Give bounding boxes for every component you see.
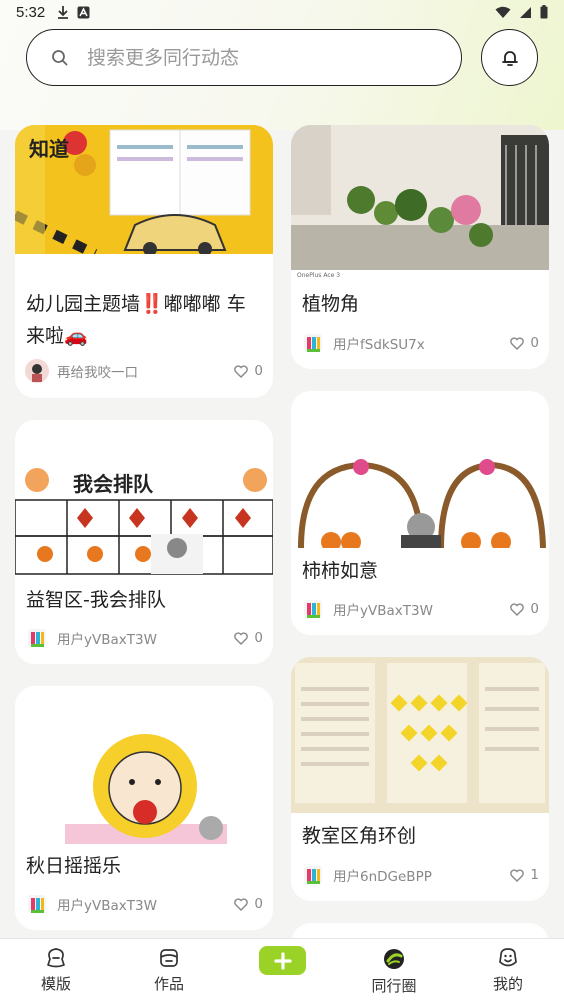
heart-icon	[234, 631, 249, 645]
status-bar: 5:32	[0, 0, 564, 24]
heart-icon	[234, 364, 249, 378]
wifi-icon	[495, 6, 511, 18]
like-count: 0	[254, 896, 263, 912]
post-author: 用户fSdkSU7x	[333, 337, 425, 353]
search-input[interactable]	[87, 46, 407, 69]
post-card[interactable]: 教室区角环创 用户6nDGeBPP 1	[291, 657, 549, 901]
post-card[interactable]: OnePlus Ace 3 植物角 用户fSdkSU7x 0	[291, 125, 549, 369]
post-meta: 用户6nDGeBPP 1	[301, 862, 539, 888]
tab-mine[interactable]: 我的	[468, 939, 548, 1004]
like-button[interactable]: 0	[234, 363, 263, 379]
signal-icon	[520, 6, 531, 18]
like-count: 0	[530, 601, 539, 617]
template-icon	[47, 948, 65, 968]
like-count: 0	[254, 363, 263, 379]
post-title: 柿柿如意	[302, 560, 379, 582]
post-image: 知道	[15, 125, 273, 259]
classroom-wall-photo	[291, 657, 549, 813]
post-image: OnePlus Ace 3	[291, 125, 549, 282]
hedgehog-illustration	[15, 716, 273, 844]
post-author: 用户yVBaxT3W	[57, 632, 157, 648]
tab-label: 模版	[40, 975, 71, 993]
peer-circle-icon	[384, 949, 404, 969]
like-button[interactable]: 0	[510, 601, 539, 617]
post-card[interactable]: 柿柿如意 用户yVBaxT3W 0	[291, 391, 549, 635]
tab-label: 同行圈	[371, 977, 417, 995]
download-icon	[58, 6, 69, 19]
post-title: 秋日摇摇乐	[26, 855, 122, 877]
heart-icon	[510, 868, 525, 882]
post-author: 用户yVBaxT3W	[333, 603, 433, 619]
post-meta: 用户yVBaxT3W 0	[25, 891, 263, 917]
post-card[interactable]: 秋日摇摇乐 用户yVBaxT3W 0	[15, 686, 273, 930]
notification-button[interactable]	[481, 29, 538, 86]
post-image: 我会排队	[15, 464, 273, 577]
post-card[interactable]: 知道 幼儿园主题墙‼️嘟嘟嘟 车来啦🚗 再给我咬一口 0	[15, 125, 273, 398]
tab-label: 作品	[153, 975, 184, 993]
post-meta: 再给我咬一口 0	[25, 358, 263, 384]
heart-icon	[510, 336, 525, 350]
works-icon	[160, 949, 178, 967]
post-title: 幼儿园主题墙‼️嘟嘟嘟 车来啦🚗	[26, 293, 246, 347]
post-author: 用户6nDGeBPP	[333, 869, 432, 885]
battery-icon	[540, 5, 548, 19]
bell-icon	[501, 50, 518, 66]
like-button[interactable]: 0	[234, 630, 263, 646]
search-icon	[52, 49, 68, 65]
avatar	[301, 597, 325, 621]
like-count: 0	[530, 335, 539, 351]
plus-icon	[273, 951, 292, 970]
post-author: 用户yVBaxT3W	[57, 898, 157, 914]
avatar	[25, 892, 49, 916]
persimmon-basket-illustration	[291, 457, 549, 552]
create-post-button[interactable]	[259, 946, 306, 975]
post-image	[15, 716, 273, 844]
post-meta: 用户yVBaxT3W 0	[301, 596, 539, 622]
plant-corner-photo	[291, 125, 549, 282]
post-meta: 用户fSdkSU7x 0	[301, 330, 539, 356]
avatar	[301, 331, 325, 355]
avatar	[25, 359, 49, 383]
tab-works[interactable]: 作品	[129, 939, 209, 1004]
like-button[interactable]: 1	[510, 867, 539, 883]
heart-icon	[234, 897, 249, 911]
post-image-label: OnePlus Ace 3	[297, 272, 341, 279]
search-bar[interactable]	[26, 29, 462, 86]
notification-app-icon	[77, 6, 90, 18]
like-count: 1	[530, 867, 539, 883]
post-image	[291, 657, 549, 813]
post-image-label: 知道	[29, 137, 69, 161]
like-count: 0	[254, 630, 263, 646]
post-card[interactable]: 我会排队 益智区-我会排队 用户yVBaxT3W 0	[15, 420, 273, 664]
profile-icon	[499, 948, 517, 967]
post-title: 植物角	[302, 293, 360, 315]
post-title: 教室区角环创	[302, 825, 417, 847]
post-image-label: 我会排队	[73, 472, 153, 496]
status-time: 5:32	[16, 3, 46, 21]
avatar	[25, 626, 49, 650]
like-button[interactable]: 0	[510, 335, 539, 351]
post-title: 益智区-我会排队	[26, 589, 166, 611]
avatar	[301, 863, 325, 887]
heart-icon	[510, 602, 525, 616]
post-author: 再给我咬一口	[57, 365, 138, 381]
post-image	[291, 457, 549, 552]
tab-label: 我的	[492, 975, 523, 993]
like-button[interactable]: 0	[234, 896, 263, 912]
tab-templates[interactable]: 模版	[16, 939, 96, 1004]
post-meta: 用户yVBaxT3W 0	[25, 625, 263, 651]
tab-peer-circle[interactable]: 同行圈	[354, 939, 434, 1004]
